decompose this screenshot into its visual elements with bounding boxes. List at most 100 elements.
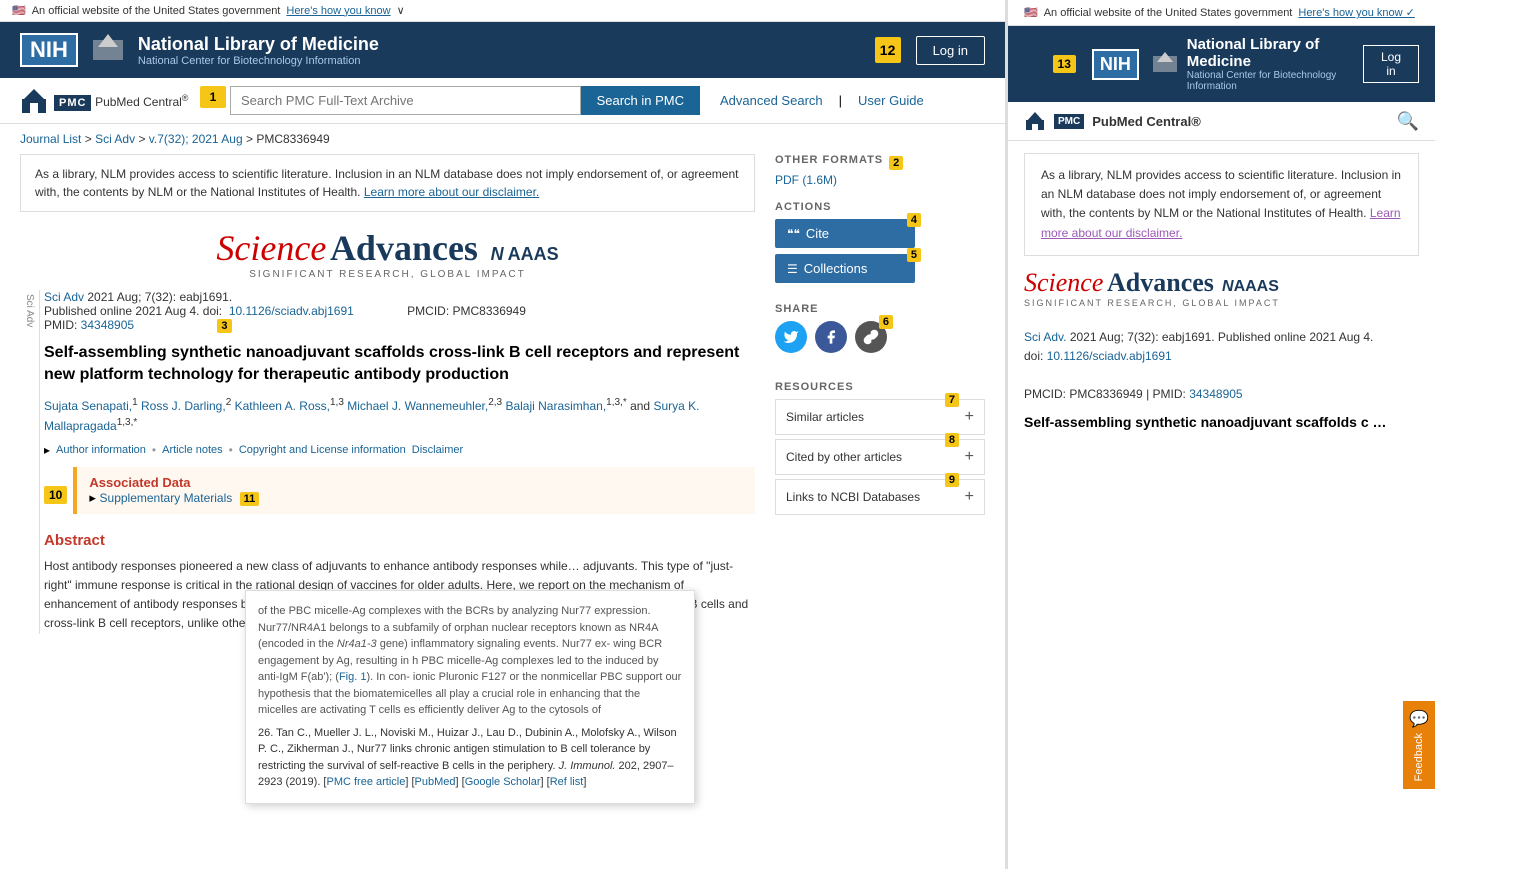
twitter-share-button[interactable]	[775, 321, 807, 353]
pdf-link[interactable]: PDF (1.6M)	[775, 173, 837, 187]
rp-article-title: Self-assembling synthetic nanoadjuvant s…	[1008, 413, 1435, 441]
author-info-link[interactable]: Author information	[56, 444, 146, 456]
collections-button[interactable]: ☰ Collections	[775, 254, 915, 283]
search-input[interactable]	[230, 86, 581, 115]
similar-articles-label: Similar articles	[786, 410, 864, 424]
author-wannemeuhler[interactable]: Michael J. Wannemeuhler,	[347, 399, 488, 413]
breadcrumb-sci-adv[interactable]: Sci Adv	[95, 132, 135, 146]
right-col: OTHER FORMATS 2 PDF (1.6M) ACTIONS ❝❝ Ci…	[775, 154, 985, 869]
rp-feedback-button[interactable]: 💬 Feedback	[1403, 701, 1435, 789]
article-pmcid: PMCID: PMC8336949	[407, 304, 526, 318]
gov-banner-link[interactable]: Here's how you know	[286, 5, 390, 17]
pubmed-link[interactable]: PubMed	[415, 776, 456, 788]
tooltip-reference: 26. Tan C., Mueller J. L., Noviski M., H…	[258, 725, 682, 791]
article-year-volume: 2021 Aug; 7(32): eabj1691.	[87, 290, 232, 304]
cite-button[interactable]: ❝❝ Cite	[775, 219, 915, 248]
gov-banner: 🇺🇸 An official website of the United Sta…	[0, 0, 1005, 22]
copyright-link[interactable]: Copyright and License information	[239, 444, 406, 456]
rp-journal-advances: Advances	[1107, 268, 1214, 297]
share-section: SHARE 6	[775, 303, 985, 367]
user-guide-link[interactable]: User Guide	[858, 93, 924, 108]
rp-doi-label: doi:	[1024, 349, 1047, 363]
disclaimer-article-link[interactable]: Disclaimer	[412, 444, 463, 456]
rp-journal-name: Science Advances NAAAS	[1024, 268, 1419, 298]
resources-section: RESOURCES Similar articles + 7 Cited by …	[775, 381, 985, 515]
ncbi-links-wrapper: Links to NCBI Databases + 9	[775, 479, 985, 515]
actions-section: ACTIONS ❝❝ Cite 4 ☰ Collections 5	[775, 201, 985, 289]
resources-title: RESOURCES	[775, 381, 985, 393]
breadcrumb-sep1: >	[85, 132, 95, 146]
associated-data-section: 10 Associated Data ▸ Supplementary Mater…	[44, 467, 755, 524]
authors: Sujata Senapati,1 Ross J. Darling,2 Kath…	[44, 395, 755, 435]
breadcrumb-sep2: >	[138, 132, 148, 146]
rp-journal-abbr-link[interactable]: Sci Adv.	[1024, 330, 1066, 344]
rp-journal: Science Advances NAAAS SIGNIFICANT RESEA…	[1008, 268, 1435, 320]
info-links: ▸ Author information • Article notes • C…	[44, 443, 755, 457]
journal-name: Science Advances NAAAS	[20, 227, 755, 269]
supplementary-link[interactable]: Supplementary Materials	[100, 491, 236, 505]
tooltip-popup: of the PBC micelle-Ag complexes with the…	[245, 590, 695, 804]
rp-title-ellipsis: …	[1373, 414, 1387, 430]
associated-data-box: Associated Data ▸ Supplementary Material…	[73, 467, 755, 514]
journal-name-science: Science	[216, 228, 326, 268]
article-pmid-link[interactable]: 34348905	[81, 318, 134, 332]
share-icons-wrapper: 6	[775, 321, 887, 367]
pmc-bar: PMC PubMed Central® 1 Search in PMC Adva…	[0, 78, 1005, 124]
rp-doi-link[interactable]: 10.1126/sciadv.abj1691	[1047, 349, 1172, 363]
author-senapati[interactable]: Sujata Senapati,	[44, 399, 132, 413]
cited-by-label: Cited by other articles	[786, 450, 902, 464]
pmc-free-article-link[interactable]: PMC free article	[327, 776, 406, 788]
sci-adv-side-label: Sci Adv	[20, 290, 40, 634]
breadcrumb-journal-list[interactable]: Journal List	[20, 132, 81, 146]
search-button[interactable]: Search in PMC	[581, 86, 700, 115]
journal-name-advances: Advances	[330, 228, 478, 268]
disclaimer-box: As a library, NLM provides access to sci…	[20, 154, 755, 212]
cite-label: Cite	[806, 226, 829, 241]
rp-flag: 🇺🇸	[1024, 6, 1038, 19]
collections-btn-wrapper: ☰ Collections 5	[775, 254, 915, 289]
rp-pmc-text: PubMed Central®	[1092, 114, 1201, 129]
formats-title: OTHER FORMATS	[775, 154, 883, 166]
journal-abbr-link[interactable]: Sci Adv	[44, 290, 84, 304]
rp-nih-left: ≡ 13 NIH National Library of Medicine Na…	[1024, 36, 1363, 92]
nav-sep: |	[839, 93, 842, 108]
rp-pmcid: PMCID: PMC8336949	[1024, 387, 1143, 401]
gov-banner-text: An official website of the United States…	[32, 5, 281, 17]
facebook-share-button[interactable]	[815, 321, 847, 353]
article-doi-link[interactable]: 10.1126/sciadv.abj1691	[229, 304, 354, 318]
author-ross[interactable]: Kathleen A. Ross,	[235, 399, 330, 413]
author-darling[interactable]: Ross J. Darling,	[141, 399, 226, 413]
rp-search-icon[interactable]: 🔍	[1397, 111, 1419, 132]
rp-nih-subtitle: National Center for Biotechnology Inform…	[1187, 70, 1363, 92]
rp-nih-title: National Library of Medicine	[1187, 36, 1363, 70]
ref-list-link[interactable]: Ref list	[550, 776, 584, 788]
breadcrumb-volume[interactable]: v.7(32); 2021 Aug	[149, 132, 243, 146]
author-narasimhan[interactable]: Balaji Narasimhan,	[505, 399, 606, 413]
rp-gov-link[interactable]: Here's how you know ✓	[1298, 6, 1414, 19]
expand-icon-cited: +	[965, 448, 974, 466]
fig1-link[interactable]: Fig. 1	[339, 671, 367, 683]
article-published: Published online 2021 Aug 4. doi:	[44, 304, 225, 318]
google-scholar-link[interactable]: Google Scholar	[465, 776, 541, 788]
badge-1: 1	[200, 86, 226, 108]
rp-menu-button[interactable]: ≡	[1024, 54, 1043, 75]
advanced-search-link[interactable]: Advanced Search	[720, 93, 823, 108]
content-area: As a library, NLM provides access to sci…	[0, 154, 1005, 869]
rp-aaas: NAAAS	[1218, 278, 1279, 295]
rp-pmid-link[interactable]: 34348905	[1189, 387, 1242, 401]
actions-title: ACTIONS	[775, 201, 985, 213]
search-container: 1 Search in PMC	[200, 86, 700, 115]
disclaimer-link[interactable]: Learn more about our disclaimer.	[364, 185, 539, 199]
rp-gov-banner: 🇺🇸 An official website of the United Sta…	[1008, 0, 1435, 26]
flag-icon: 🇺🇸	[12, 4, 26, 17]
article-meta-wrapper: Sci Adv Sci Adv 2021 Aug; 7(32): eabj169…	[20, 290, 755, 634]
breadcrumb: Journal List > Sci Adv > v.7(32); 2021 A…	[0, 124, 1005, 154]
nav-links: Advanced Search | User Guide	[720, 93, 924, 108]
rp-eagle-icon	[1149, 50, 1177, 78]
expand-icon-similar: +	[965, 408, 974, 426]
login-button[interactable]: Log in	[916, 36, 985, 65]
badge-12: 12	[875, 37, 901, 63]
rp-login-button[interactable]: Log in	[1363, 45, 1419, 83]
article-notes-link[interactable]: Article notes	[162, 444, 223, 456]
nih-text: National Library of Medicine National Ce…	[138, 34, 379, 67]
